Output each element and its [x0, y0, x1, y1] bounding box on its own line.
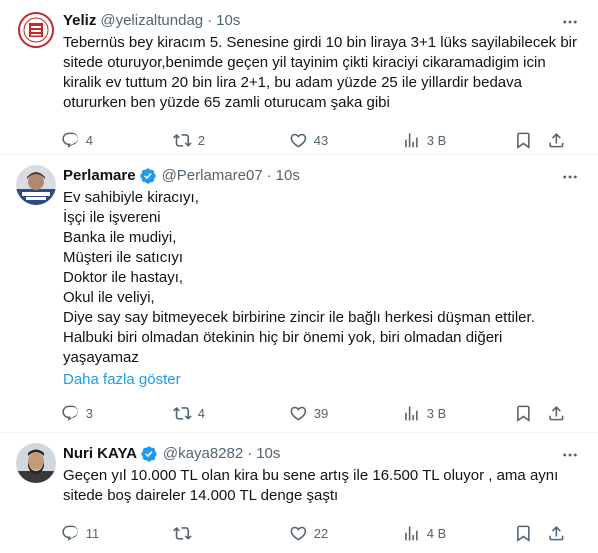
- like-button[interactable]: 43: [289, 131, 402, 150]
- avatar-column: [16, 165, 56, 432]
- tweet-text: Geçen yıl 10.000 TL olan kira bu sene ar…: [63, 467, 563, 504]
- retweet-icon: [173, 133, 192, 147]
- tweet-content: Nuri KAYA @kaya8282 · 10s Geçen yıl 10.0…: [61, 443, 582, 553]
- timestamp[interactable]: 10s: [276, 166, 300, 186]
- avatar[interactable]: [16, 10, 56, 50]
- tweet-content: Yeliz @yelizaltundag · 10s Tebernüs bey …: [62, 10, 582, 154]
- display-name[interactable]: Nuri KAYA: [63, 444, 137, 464]
- retweet-count: 4: [197, 405, 205, 421]
- display-name[interactable]: Perlamare: [63, 166, 136, 186]
- bookmark-button[interactable]: [514, 524, 533, 543]
- tweet-text: Ev sahibiyle kiracıyı, İşçi ile işvereni…: [63, 189, 535, 366]
- views-icon: [405, 405, 418, 421]
- like-count: 39: [313, 405, 329, 421]
- display-name[interactable]: Yeliz: [63, 11, 96, 31]
- user-handle[interactable]: @kaya8282: [163, 444, 243, 464]
- avatar[interactable]: [16, 165, 56, 205]
- reply-button[interactable]: 11: [61, 524, 173, 543]
- share-icon: [549, 405, 564, 421]
- tweet-header: Nuri KAYA @kaya8282 · 10s: [63, 443, 582, 465]
- tweet-header: Yeliz @yelizaltundag · 10s: [63, 10, 582, 32]
- tweet[interactable]: Nuri KAYA @kaya8282 · 10s Geçen yıl 10.0…: [0, 433, 598, 553]
- verified-badge-icon[interactable]: [139, 167, 157, 185]
- heart-icon: [290, 526, 307, 541]
- heart-icon: [290, 406, 307, 421]
- views-count: 3 B: [426, 405, 447, 421]
- tweet-content: Perlamare @Perlamare07 · 10s Ev sahibiyl…: [61, 165, 582, 432]
- share-button[interactable]: [547, 524, 566, 543]
- tweet[interactable]: Perlamare @Perlamare07 · 10s Ev sahibiyl…: [0, 155, 598, 433]
- tweet[interactable]: Yeliz @yelizaltundag · 10s Tebernüs bey …: [0, 0, 598, 155]
- heart-icon: [290, 133, 307, 148]
- show-more-link[interactable]: Daha fazla göster: [63, 370, 181, 390]
- separator-dot: ·: [207, 12, 213, 29]
- action-bar: 3 4 39 3 B: [61, 394, 582, 432]
- retweet-icon: [173, 406, 192, 420]
- action-bar: 4 2 43 3 B: [61, 121, 582, 159]
- share-icon: [549, 525, 564, 541]
- tweet-end-actions: [514, 404, 566, 423]
- action-bar: 11 22 4 B: [61, 514, 582, 552]
- retweet-button[interactable]: [173, 524, 289, 543]
- user-handle[interactable]: @Perlamare07: [162, 166, 263, 186]
- reply-count: 4: [85, 132, 93, 148]
- like-count: 22: [313, 525, 329, 541]
- bookmark-icon: [517, 525, 530, 542]
- like-count: 43: [313, 132, 329, 148]
- views-count: 4 B: [426, 525, 447, 541]
- tweet-end-actions: [514, 131, 566, 150]
- more-options-button[interactable]: [560, 445, 580, 465]
- like-button[interactable]: 22: [289, 524, 402, 543]
- reply-icon: [62, 132, 78, 148]
- retweet-button[interactable]: 4: [173, 404, 289, 423]
- reply-button[interactable]: 3: [61, 404, 173, 423]
- reply-count: 3: [85, 405, 93, 421]
- bookmark-icon: [517, 132, 530, 149]
- more-options-button[interactable]: [560, 167, 580, 187]
- views-icon: [405, 525, 418, 541]
- verified-badge-icon[interactable]: [140, 445, 158, 463]
- retweet-icon: [173, 526, 192, 540]
- retweet-button[interactable]: 2: [173, 131, 289, 150]
- bookmark-icon: [517, 405, 530, 422]
- tweet-end-actions: [514, 524, 566, 543]
- user-handle[interactable]: @yelizaltundag: [100, 11, 203, 31]
- views-button[interactable]: 4 B: [402, 524, 514, 543]
- views-count: 3 B: [426, 132, 447, 148]
- avatar-column: [16, 10, 56, 154]
- reply-count: 11: [85, 525, 100, 541]
- views-icon: [405, 132, 418, 148]
- bookmark-button[interactable]: [514, 131, 533, 150]
- timestamp[interactable]: 10s: [256, 444, 280, 464]
- avatar[interactable]: [16, 443, 56, 483]
- views-button[interactable]: 3 B: [402, 404, 514, 423]
- reply-button[interactable]: 4: [61, 131, 173, 150]
- tweet-header: Perlamare @Perlamare07 · 10s: [63, 165, 582, 187]
- avatar-column: [16, 443, 56, 553]
- retweet-count: 2: [197, 132, 205, 148]
- more-options-button[interactable]: [560, 12, 580, 32]
- more-icon: [563, 175, 577, 179]
- more-icon: [563, 453, 577, 457]
- timestamp[interactable]: 10s: [216, 11, 240, 31]
- like-button[interactable]: 39: [289, 404, 402, 423]
- views-button[interactable]: 3 B: [402, 131, 514, 150]
- share-button[interactable]: [547, 131, 566, 150]
- more-icon: [563, 20, 577, 24]
- bookmark-button[interactable]: [514, 404, 533, 423]
- share-icon: [549, 132, 564, 148]
- separator-dot: ·: [247, 445, 253, 462]
- timeline-feed: Yeliz @yelizaltundag · 10s Tebernüs bey …: [0, 0, 598, 553]
- separator-dot: ·: [266, 167, 272, 184]
- share-button[interactable]: [547, 404, 566, 423]
- reply-icon: [62, 405, 78, 421]
- tweet-text: Tebernüs bey kiracım 5. Senesine girdi 1…: [63, 34, 582, 111]
- reply-icon: [62, 525, 78, 541]
